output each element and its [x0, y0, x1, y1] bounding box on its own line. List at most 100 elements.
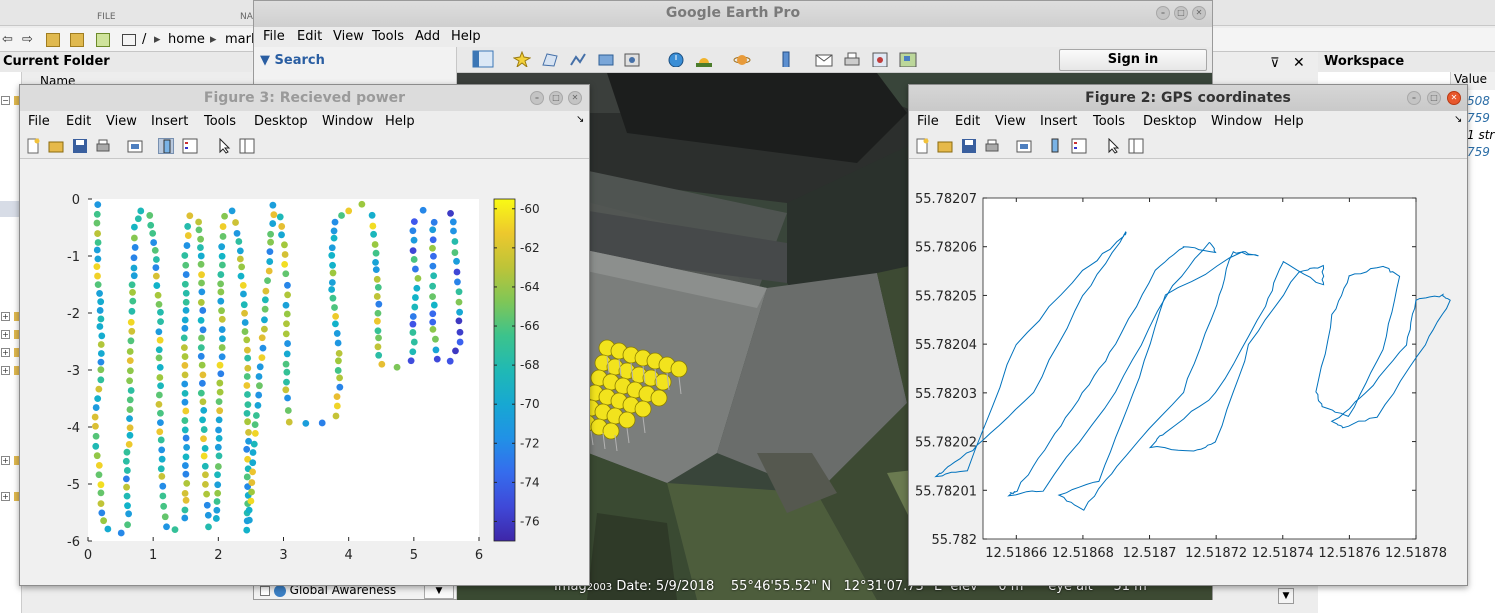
up-folder-icon[interactable] [46, 33, 60, 47]
expand-icon[interactable]: + [1, 312, 10, 321]
view-in-maps-icon[interactable] [899, 51, 917, 67]
scatter-point [282, 330, 290, 338]
property-inspector-icon[interactable] [239, 138, 255, 154]
sidebar-toggle-icon[interactable] [472, 50, 494, 68]
polygon-icon[interactable] [541, 51, 559, 67]
menu-view[interactable]: View [106, 114, 137, 129]
insert-legend-icon[interactable] [1071, 138, 1087, 154]
scatter-point [134, 215, 142, 223]
menu-edit[interactable]: Edit [66, 114, 91, 129]
refresh-folder-icon[interactable] [96, 33, 110, 47]
path-home[interactable]: home [168, 32, 205, 47]
workspace-value[interactable]: 508 [1467, 94, 1490, 108]
menu-help[interactable]: Help [385, 114, 415, 129]
save-image-icon[interactable] [871, 51, 889, 67]
scatter-point [283, 368, 291, 376]
menu-edit[interactable]: Edit [955, 114, 980, 129]
search-panel-header[interactable]: ▼ Search [260, 53, 325, 68]
menu-file[interactable]: File [28, 114, 50, 129]
menu-insert[interactable]: Insert [1040, 114, 1077, 129]
menu-edit[interactable]: Edit [297, 29, 322, 44]
insert-colorbar-icon[interactable] [158, 138, 174, 154]
print-icon[interactable] [95, 138, 111, 154]
tour-icon[interactable] [623, 51, 641, 67]
browse-folder-icon[interactable] [70, 33, 84, 47]
sunlight-icon[interactable] [695, 51, 713, 67]
menu-help[interactable]: Help [451, 29, 481, 44]
new-figure-icon[interactable] [25, 138, 41, 154]
maximize-icon[interactable]: □ [549, 91, 563, 105]
minimize-icon[interactable]: – [530, 91, 544, 105]
open-file-icon[interactable] [48, 138, 64, 154]
menu-window[interactable]: Window [322, 114, 373, 129]
image-overlay-icon[interactable] [597, 51, 615, 67]
dock-arrow-icon[interactable]: ↘ [1454, 114, 1462, 125]
maximize-icon[interactable]: □ [1427, 91, 1441, 105]
link-plot-icon[interactable] [1016, 138, 1032, 154]
planets-icon[interactable] [733, 51, 751, 67]
menu-desktop[interactable]: Desktop [254, 114, 308, 129]
menu-tools[interactable]: Tools [372, 29, 404, 44]
menu-insert[interactable]: Insert [151, 114, 188, 129]
menu-help[interactable]: Help [1274, 114, 1304, 129]
gps-coordinates-line-plot[interactable]: 12.51866 12.51868 12.5187 12.51872 12.51874 1… [909, 160, 1467, 585]
minimize-icon[interactable]: – [1407, 91, 1421, 105]
edit-plot-pointer-icon[interactable] [216, 138, 232, 154]
print-icon[interactable] [984, 138, 1000, 154]
path-root[interactable]: / [142, 32, 146, 47]
scatter-point [432, 335, 439, 343]
save-icon[interactable] [72, 138, 88, 154]
close-icon[interactable]: ✕ [1293, 55, 1305, 71]
layer-dropdown[interactable]: ▼ [424, 585, 454, 599]
print-icon[interactable] [843, 51, 861, 67]
insert-legend-icon[interactable] [182, 138, 198, 154]
minimize-icon[interactable]: – [1156, 6, 1170, 20]
edit-plot-pointer-icon[interactable] [1105, 138, 1121, 154]
menu-tools[interactable]: Tools [204, 114, 236, 129]
back-icon[interactable]: ⇦ [2, 32, 13, 47]
close-icon[interactable]: ✕ [1447, 91, 1461, 105]
menu-window[interactable]: Window [1211, 114, 1262, 129]
scatter-point [155, 300, 163, 308]
collapse-icon[interactable]: − [1, 96, 10, 105]
link-plot-icon[interactable] [127, 138, 143, 154]
expand-icon[interactable]: + [1, 492, 10, 501]
workspace-value[interactable]: 759 [1467, 145, 1490, 159]
menu-tools[interactable]: Tools [1093, 114, 1125, 129]
menu-add[interactable]: Add [415, 29, 440, 44]
workspace-value[interactable]: 1 str [1467, 128, 1494, 142]
email-icon[interactable] [815, 51, 833, 67]
sign-in-button[interactable]: Sign in [1059, 49, 1207, 71]
new-figure-icon[interactable] [914, 138, 930, 154]
ruler-icon[interactable] [777, 51, 795, 67]
historical-imagery-icon[interactable] [667, 51, 685, 67]
dock-arrow-icon[interactable]: ↘ [576, 114, 584, 125]
open-file-icon[interactable] [937, 138, 953, 154]
workspace-value[interactable]: 759 [1467, 111, 1490, 125]
menu-view[interactable]: View [333, 29, 364, 44]
scatter-point [449, 218, 457, 226]
property-inspector-icon[interactable] [1128, 138, 1144, 154]
recieved-power-scatter-plot[interactable]: 0 1 2 3 4 5 6 0 -1 -2 -3 -4 -5 -6 -60 -62 -64 -66 -68 -70 -7… [20, 160, 589, 585]
close-icon[interactable]: ✕ [568, 91, 582, 105]
expand-icon[interactable]: + [1, 456, 10, 465]
expand-icon[interactable]: + [1, 348, 10, 357]
expand-icon[interactable]: + [1, 330, 10, 339]
path-icon[interactable] [569, 51, 587, 67]
menu-file[interactable]: File [917, 114, 939, 129]
forward-icon[interactable]: ⇨ [22, 32, 33, 47]
menu-desktop[interactable]: Desktop [1143, 114, 1197, 129]
scroll-down-icon[interactable]: ▼ [1278, 588, 1294, 604]
menu-file[interactable]: File [263, 29, 285, 44]
scatter-point [124, 521, 131, 529]
menu-view[interactable]: View [995, 114, 1026, 129]
close-icon[interactable]: ✕ [1192, 6, 1206, 20]
scatter-point [218, 344, 226, 351]
placemark-icon[interactable] [513, 51, 531, 67]
panel-menu-icon[interactable]: ⊽ [1270, 56, 1280, 71]
save-icon[interactable] [961, 138, 977, 154]
expand-icon[interactable]: + [1, 366, 10, 375]
maximize-icon[interactable]: □ [1174, 6, 1188, 20]
insert-colorbar-icon[interactable] [1047, 138, 1063, 154]
checkbox[interactable] [260, 585, 270, 596]
